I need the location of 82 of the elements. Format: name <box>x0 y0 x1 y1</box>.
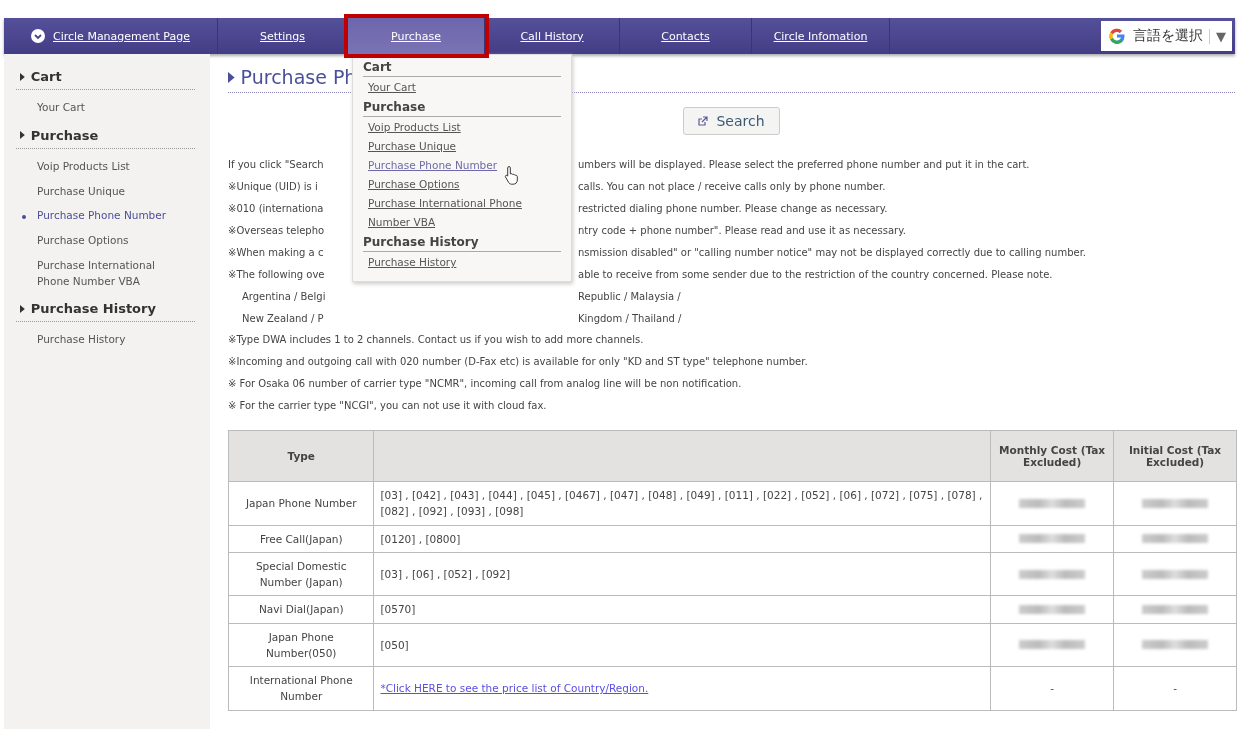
language-label: 言語を選択 <box>1133 27 1203 45</box>
note-text: ※ For Osaka 06 number of carrier type "NCMR", incoming call from analog line will be non notification. <box>228 377 743 391</box>
menu-heading: Purchase History <box>363 235 561 252</box>
menu-link[interactable]: Purchase History <box>368 256 561 268</box>
table-cell: Special Domestic Number (Japan) <box>228 552 374 596</box>
note-text: ※Unique (UID) is i <box>228 180 318 192</box>
bullet-icon <box>22 215 26 220</box>
note-text: able to receive from some sender due to the restriction of the country concerned. Please note. <box>578 268 1053 280</box>
note-text: Republic / Malaysia / <box>578 290 681 302</box>
table-cell: [0120] , [0800] <box>373 525 991 553</box>
table-cell: Navi Dial(Japan) <box>228 595 374 624</box>
table-cell: [03] , [042] , [043] , [044] , [045] , [0467] , [047] , [048] , [049] , [011] , [022] , [052] , [06] , [072] , [075] , [078] , [082] , [092] , [093] , [098] <box>373 481 991 526</box>
note-text: Kingdom / Thailand / <box>578 312 682 324</box>
menu-link[interactable]: Your Cart <box>368 81 561 93</box>
language-selector[interactable]: 言語を選択 ▼ <box>1101 21 1232 51</box>
sidebar-link[interactable]: Voip Products List <box>37 158 195 175</box>
note-text: ※The following ove <box>228 268 325 280</box>
blurred-value <box>1019 534 1086 544</box>
menu-link[interactable]: Number VBA <box>368 216 561 228</box>
note-text: New Zealand / P <box>242 312 324 324</box>
note-text: ※When making a c <box>228 246 324 258</box>
table-cell: Japan Phone Number(050) <box>228 623 374 667</box>
note-text: ※010 (internationa <box>228 202 324 214</box>
note-text: ※Type DWA includes 1 to 2 channels. Contact us if you wish to add more channels. <box>228 333 645 347</box>
search-button[interactable]: Search <box>683 107 780 135</box>
table-cell: - <box>1113 666 1237 711</box>
table-cell: [050] <box>373 623 991 667</box>
menu-link[interactable]: Purchase Options <box>368 178 561 190</box>
sidebar-link[interactable]: Purchase Phone Number <box>37 208 195 224</box>
menu-link[interactable]: Purchase Phone Number <box>368 159 561 171</box>
menu-heading: Cart <box>363 60 561 77</box>
column-header: Initial Cost (Tax Excluded) <box>1113 430 1237 482</box>
note-text: nsmission disabled" or "calling number notice" may not be displayed correctly due to calling number. <box>578 246 1087 258</box>
sidebar-link[interactable]: Purchase International Phone Number VBA <box>37 257 195 290</box>
note-text: ※ For the carrier type "NCGI", you can not use it with cloud fax. <box>228 399 548 413</box>
menu-link[interactable]: Purchase International Phone <box>368 197 561 209</box>
note-text: umbers will be displayed. Please select the preferred phone number and put it in the cart. <box>578 158 1030 170</box>
sidebar-link[interactable]: Purchase Unique <box>37 183 195 200</box>
table-cell: International Phone Number <box>228 666 374 711</box>
triangle-icon <box>20 131 25 140</box>
note-text: ntry code + phone number". Please read and use it as necessary. <box>578 224 906 236</box>
triangle-icon <box>20 304 25 313</box>
blurred-value <box>1142 640 1208 650</box>
heading-text: Cart <box>30 69 62 84</box>
column-header: Type <box>228 430 374 482</box>
table-cell: Japan Phone Number <box>228 481 374 526</box>
menu-heading: Purchase <box>363 100 561 117</box>
note-text: Argentina / Belgi <box>242 290 326 302</box>
sidebar-link[interactable]: Purchase History <box>37 332 195 348</box>
table-cell: [0570] <box>373 595 991 624</box>
table-cell: - <box>990 666 1114 711</box>
play-icon <box>228 71 235 83</box>
blurred-value <box>1142 498 1208 508</box>
blurred-value <box>1142 604 1208 614</box>
sidebar-link[interactable]: Your Cart <box>37 100 195 116</box>
blurred-value <box>1019 498 1086 508</box>
menu-link[interactable]: Voip Products List <box>368 121 561 133</box>
blurred-value <box>1019 569 1086 579</box>
note-text: ※Overseas telepho <box>228 224 325 236</box>
blurred-value <box>1019 640 1086 650</box>
google-logo-icon <box>1107 26 1127 46</box>
triangle-icon <box>20 72 25 81</box>
note-text: ※Incoming and outgoing call with 020 number (D-Fax etc) is available for only "KD and ST type" telephone number. <box>228 355 809 369</box>
note-text: If you click "Search <box>228 158 324 170</box>
external-link-icon <box>698 116 709 126</box>
heading-text: Purchase <box>30 127 99 143</box>
blurred-value <box>1142 569 1208 579</box>
hand-cursor-icon <box>504 165 520 185</box>
chevron-down-icon <box>31 29 45 43</box>
note-text: calls. You can not place / receive calls only by phone number. <box>578 180 886 192</box>
price-list-link[interactable]: *Click HERE to see the price list of Country/Region. <box>380 682 649 695</box>
table-cell: [03] , [06] , [052] , [092] <box>373 552 991 596</box>
menu-link[interactable]: Purchase Unique <box>368 140 561 152</box>
blurred-value <box>1019 604 1086 614</box>
blurred-value <box>1142 534 1208 544</box>
nav-link[interactable]: Contacts <box>620 18 752 54</box>
nav-link[interactable]: Circle Infomation <box>752 18 890 54</box>
note-text: restricted dialing phone number. Please change as necessary. <box>578 202 888 214</box>
table-cell: Free Call(Japan) <box>228 525 374 553</box>
heading-text: Purchase History <box>30 301 156 317</box>
sidebar-link[interactable]: Purchase Options <box>37 233 195 249</box>
column-header: Monthly Cost (Tax Excluded) <box>990 430 1114 482</box>
